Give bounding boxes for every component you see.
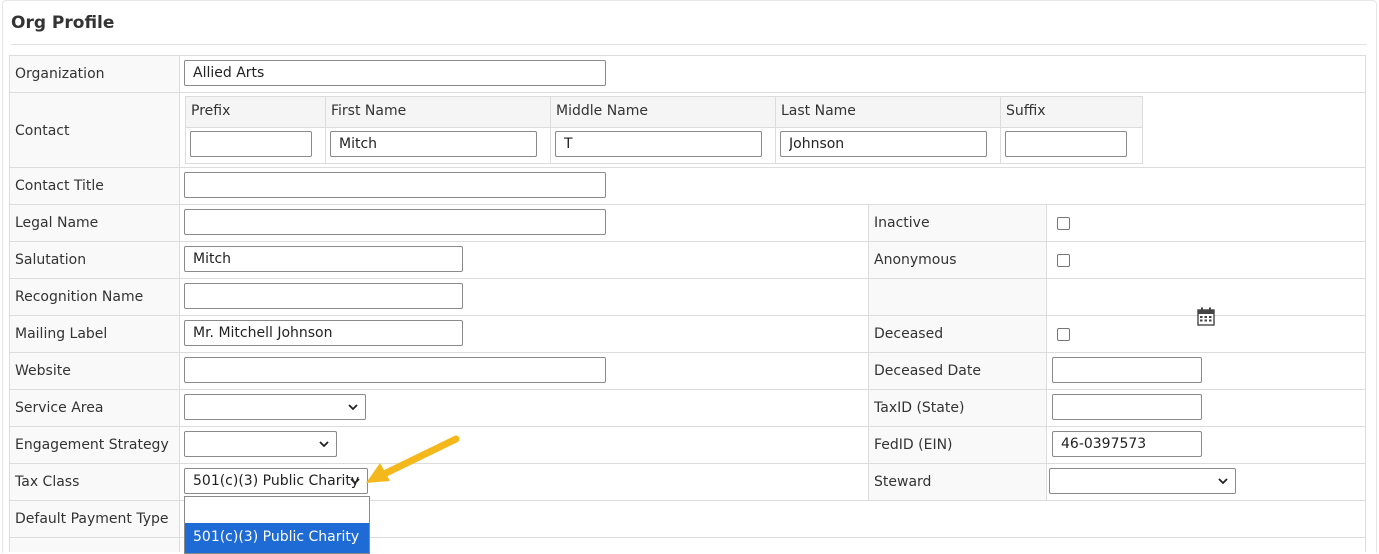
inactive-checkbox[interactable] — [1057, 217, 1070, 230]
default-payment-type-label: Default Payment Type — [15, 511, 169, 527]
deceased-date-label: Deceased Date — [874, 363, 981, 379]
deceased-checkbox[interactable] — [1057, 328, 1070, 341]
calendar-icon[interactable] — [1197, 307, 1215, 326]
prefix-input[interactable] — [190, 131, 312, 157]
last-name-label: Last Name — [781, 103, 856, 119]
tax-class-select[interactable]: 501(c)(3) Public Charity — [184, 468, 368, 494]
contact-title-label: Contact Title — [15, 178, 104, 194]
steward-select[interactable] — [1049, 468, 1236, 494]
last-name-input[interactable] — [780, 131, 987, 157]
inactive-label: Inactive — [874, 215, 930, 231]
legal-name-label: Legal Name — [15, 215, 99, 231]
chevron-down-icon — [319, 441, 329, 448]
suffix-label: Suffix — [1006, 103, 1046, 119]
website-label: Website — [15, 363, 71, 379]
contact-name-header — [186, 97, 1142, 128]
contact-title-input[interactable] — [184, 172, 606, 198]
salutation-input[interactable] — [184, 246, 463, 272]
tax-class-option-highlighted[interactable]: 501(c)(3) Public Charity — [185, 523, 369, 553]
service-area-label: Service Area — [15, 400, 104, 416]
recognition-name-input[interactable] — [184, 283, 463, 309]
salutation-label: Salutation — [15, 252, 87, 268]
taxid-state-label: TaxID (State) — [874, 400, 965, 416]
title-divider — [11, 44, 1367, 45]
anonymous-label: Anonymous — [874, 252, 957, 268]
deceased-date-input[interactable] — [1052, 357, 1202, 383]
suffix-input[interactable] — [1005, 131, 1127, 157]
fedid-ein-input[interactable] — [1052, 431, 1202, 457]
mailing-label-input[interactable] — [184, 320, 463, 346]
first-name-label: First Name — [331, 103, 407, 119]
first-name-input[interactable] — [330, 131, 537, 157]
legal-name-input[interactable] — [184, 209, 606, 235]
deceased-label: Deceased — [874, 326, 944, 342]
taxid-state-input[interactable] — [1052, 394, 1202, 420]
steward-label: Steward — [874, 474, 932, 490]
tax-class-option-blank[interactable] — [185, 497, 369, 523]
tax-class-label: Tax Class — [15, 474, 80, 490]
contact-label: Contact — [15, 123, 70, 139]
organization-input[interactable] — [184, 60, 606, 86]
website-input[interactable] — [184, 357, 606, 383]
service-area-select[interactable] — [184, 394, 366, 420]
arrow-annotation — [366, 435, 460, 483]
mailing-label-label: Mailing Label — [15, 326, 108, 342]
tax-class-dropdown-list: 501(c)(3) Public Charity — [184, 496, 370, 554]
middle-name-input[interactable] — [555, 131, 762, 157]
contact-name-table: Prefix First Name Middle Name Last Name … — [185, 96, 1143, 164]
anonymous-checkbox[interactable] — [1057, 254, 1070, 267]
page-title: Org Profile — [11, 13, 115, 33]
chevron-down-icon — [348, 404, 358, 411]
chevron-down-icon — [1218, 478, 1228, 485]
prefix-label: Prefix — [191, 103, 231, 119]
middle-name-label: Middle Name — [556, 103, 648, 119]
engagement-strategy-label: Engagement Strategy — [15, 437, 169, 453]
organization-label: Organization — [15, 66, 105, 82]
profile-form-grid: Organization Contact Prefix First Name M… — [9, 55, 1366, 554]
recognition-name-label: Recognition Name — [15, 289, 144, 305]
fedid-ein-label: FedID (EIN) — [874, 437, 953, 453]
engagement-strategy-select[interactable] — [184, 431, 337, 457]
